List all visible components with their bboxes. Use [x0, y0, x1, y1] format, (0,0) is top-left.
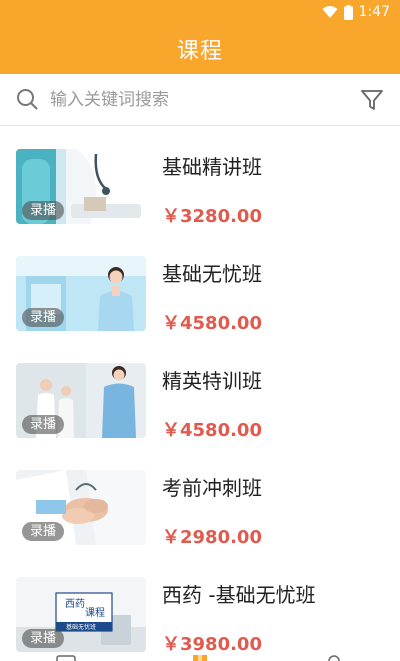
recorded-badge: 录播: [22, 201, 65, 220]
course-item[interactable]: 录播 精英特训班 ￥4580.00: [0, 340, 400, 447]
search-bar: [0, 74, 400, 126]
course-price: ￥4580.00: [162, 313, 262, 334]
tab-home-icon[interactable]: [56, 655, 76, 661]
recorded-badge: 录播: [22, 415, 65, 434]
course-name: 精英特训班: [162, 369, 262, 393]
course-name: 基础精讲班: [162, 155, 262, 179]
course-item[interactable]: 西药 课程 基础无忧班 录播 西药 -基础无忧班 ￥3980.00: [0, 554, 400, 661]
status-bar: 1:47: [0, 0, 400, 24]
recorded-badge: 录播: [22, 629, 65, 648]
course-name: 西药 -基础无忧班: [162, 583, 316, 607]
thumbnail-text-course: 课程: [85, 607, 105, 619]
status-time: 1:47: [358, 4, 390, 20]
course-item[interactable]: 录播 基础精讲班 ￥3280.00: [0, 126, 400, 233]
bottom-tab-bar: [0, 655, 400, 661]
course-list: 录播 基础精讲班 ￥3280.00 录播 基础无忧班 ￥4580.00 录播 精…: [0, 126, 400, 661]
course-thumbnail: 录播: [16, 149, 146, 224]
search-input[interactable]: [50, 84, 340, 116]
course-thumbnail: 录播: [16, 256, 146, 331]
course-price: ￥3980.00: [162, 634, 262, 655]
course-item[interactable]: 录播 基础无忧班 ￥4580.00: [0, 233, 400, 340]
tab-course-icon[interactable]: [192, 655, 208, 661]
course-thumbnail: 录播: [16, 363, 146, 438]
course-price: ￥3280.00: [162, 206, 262, 227]
recorded-badge: 录播: [22, 522, 65, 541]
search-icon[interactable]: [16, 88, 38, 110]
thumbnail-text-class: 基础无忧班: [66, 623, 96, 631]
status-icons: 1:47: [322, 3, 390, 21]
course-item[interactable]: 录播 考前冲刺班 ￥2980.00: [0, 447, 400, 554]
recorded-badge: 录播: [22, 308, 65, 327]
thumbnail-text-western-medicine: 西药: [65, 598, 85, 610]
course-name: 考前冲刺班: [162, 476, 262, 500]
course-thumbnail: 录播: [16, 470, 146, 545]
tab-profile-icon[interactable]: [326, 655, 342, 661]
filter-icon[interactable]: [360, 88, 384, 112]
course-name: 基础无忧班: [162, 262, 262, 286]
wifi-icon: [322, 6, 338, 18]
page-title: 课程: [176, 39, 223, 64]
course-price: ￥2980.00: [162, 527, 262, 548]
course-thumbnail: 西药 课程 基础无忧班 录播: [16, 577, 146, 652]
app-header: 课程: [0, 24, 400, 74]
course-price: ￥4580.00: [162, 420, 262, 441]
battery-icon: [343, 4, 353, 20]
